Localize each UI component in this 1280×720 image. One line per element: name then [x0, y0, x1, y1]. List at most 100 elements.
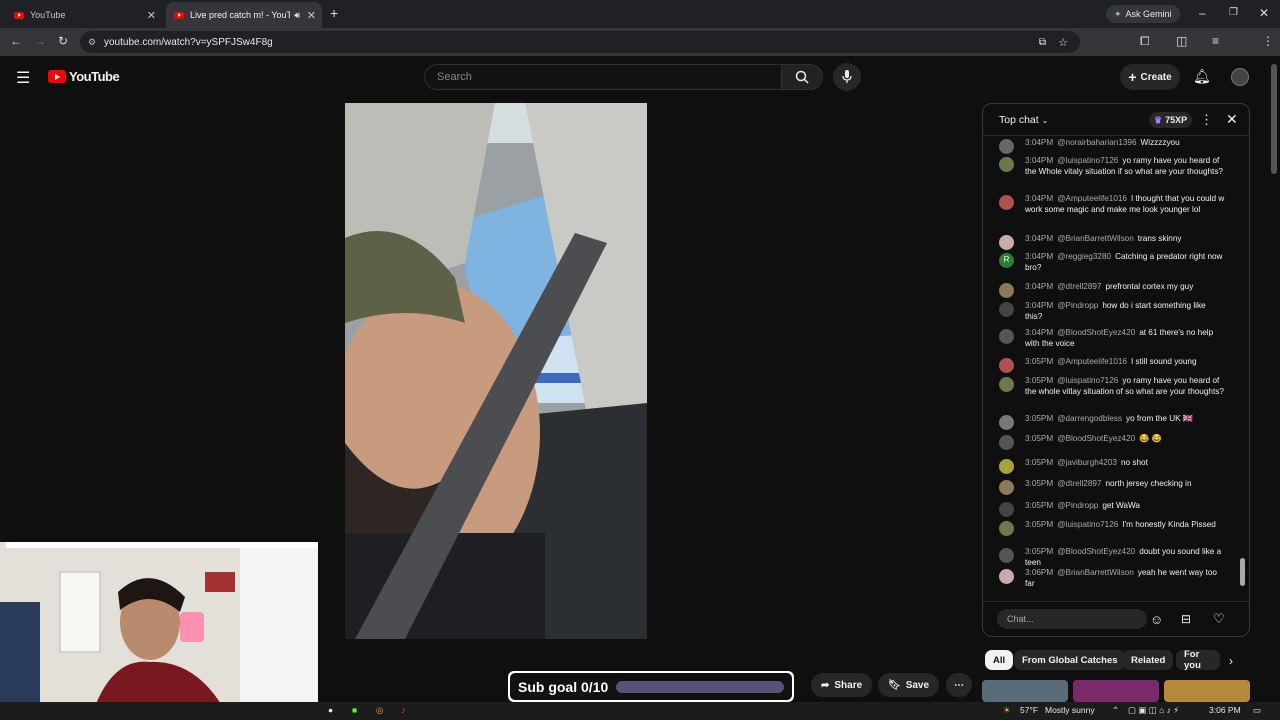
avatar[interactable]	[999, 283, 1014, 298]
emoji-icon[interactable]: ☺	[1150, 612, 1163, 627]
extensions-icon[interactable]: ⧠	[1140, 34, 1150, 49]
avatar[interactable]	[999, 235, 1014, 250]
avatar[interactable]	[999, 569, 1014, 584]
browser-tab-youtube[interactable]: YouTube ✕	[6, 2, 162, 28]
side-panel-icon[interactable]: ◫	[1176, 34, 1187, 48]
xp-badge[interactable]: ♛ 75XP	[1149, 112, 1193, 128]
browser-tab-live[interactable]: Live pred catch m! - YouTub 🔊︎ ✕	[166, 2, 322, 28]
avatar[interactable]	[999, 377, 1014, 392]
chat-more-icon[interactable]: ⋮	[1200, 112, 1213, 128]
chip-all[interactable]: All	[985, 650, 1014, 670]
chat-scrollbar[interactable]	[1240, 558, 1245, 586]
notifications-bell-icon[interactable]: 🔔︎	[1193, 68, 1211, 85]
chip-from-global-catches[interactable]: From Global Catches	[1014, 650, 1126, 670]
chevron-right-icon[interactable]: ›	[1229, 654, 1233, 668]
voice-search-button[interactable]	[833, 63, 861, 91]
more-menu-icon[interactable]: ⋮	[1262, 34, 1274, 48]
save-button[interactable]: 🔖︎ Save	[878, 673, 940, 697]
message-author[interactable]: @BloodShotEyez420	[1057, 328, 1135, 337]
tray-icons[interactable]: ▢ ▣ ◫ ⌂ ♪ ⚡︎	[1128, 705, 1179, 716]
avatar[interactable]	[999, 302, 1014, 317]
search-button[interactable]	[781, 64, 823, 90]
notification-icon[interactable]: ▭	[1253, 705, 1261, 716]
youtube-logo[interactable]: YouTube	[48, 69, 120, 84]
message-time: 3:05PM	[1025, 434, 1054, 443]
message-author[interactable]: @javiburgh4203	[1057, 458, 1117, 467]
minimize-icon[interactable]: –	[1199, 6, 1206, 20]
message-author[interactable]: @Pindropp	[1057, 501, 1098, 510]
avatar[interactable]	[999, 521, 1014, 536]
message-author[interactable]: @luispatino7126	[1057, 520, 1118, 529]
avatar[interactable]: R	[999, 253, 1014, 268]
weather-icon[interactable]: ☀	[1003, 705, 1011, 716]
weather-temp[interactable]: 57°F	[1020, 705, 1038, 715]
url-bar[interactable]: ⚙︎ youtube.com/watch?v=ySPFJSw4F8g ⧉ ☆	[80, 31, 1080, 53]
message-author[interactable]: @luispatino7126	[1057, 376, 1118, 385]
page-scrollbar[interactable]	[1271, 64, 1277, 174]
avatar[interactable]	[999, 139, 1014, 154]
related-thumbnail[interactable]	[982, 680, 1068, 702]
message-author[interactable]: @Amputeelife1016	[1057, 194, 1127, 203]
create-button[interactable]: + Create	[1120, 64, 1180, 90]
message-author[interactable]: @norairbaharian1396	[1057, 138, 1136, 147]
related-thumbnail[interactable]	[1164, 680, 1250, 702]
reload-icon[interactable]: ↻	[58, 34, 68, 48]
avatar[interactable]	[999, 480, 1014, 495]
media-controls-icon[interactable]: ≡	[1212, 34, 1219, 48]
avatar[interactable]	[999, 502, 1014, 517]
avatar[interactable]	[999, 195, 1014, 210]
tray-chevron-icon[interactable]: ⌃	[1112, 705, 1119, 716]
back-icon[interactable]: ←	[10, 34, 22, 48]
new-tab-icon[interactable]: +	[330, 5, 338, 21]
account-avatar[interactable]	[1231, 68, 1249, 86]
share-button[interactable]: ➦ Share	[811, 673, 873, 697]
app-icon[interactable]: ◎	[376, 705, 383, 716]
avatar[interactable]	[999, 329, 1014, 344]
close-tab-icon[interactable]: ✕	[307, 9, 316, 22]
chat-input[interactable]: Chat...	[997, 609, 1147, 629]
xp-label: 75XP	[1165, 115, 1188, 125]
obs-app-icon[interactable]: ●	[328, 705, 333, 715]
message-author[interactable]: @Amputeelife1016	[1057, 357, 1127, 366]
video-player[interactable]	[345, 103, 647, 639]
site-info-icon[interactable]: ⚙︎	[88, 37, 96, 48]
weather-condition[interactable]: Mostly sunny	[1045, 705, 1095, 715]
speaker-icon[interactable]: 🔊︎	[294, 10, 300, 21]
hamburger-menu-icon[interactable]: ☰	[16, 68, 30, 88]
chip-for-you[interactable]: For you	[1176, 650, 1220, 670]
restore-icon[interactable]: ❐	[1229, 7, 1238, 18]
close-chat-icon[interactable]: ✕	[1226, 111, 1238, 128]
avatar[interactable]	[999, 459, 1014, 474]
message-author[interactable]: @BrianBarrettWilson	[1057, 234, 1134, 243]
chip-related[interactable]: Related	[1123, 650, 1174, 670]
window-close-icon[interactable]: ✕	[1259, 6, 1269, 20]
message-author[interactable]: @BrianBarrettWilson	[1057, 568, 1134, 577]
message-author[interactable]: @Pindropp	[1057, 301, 1098, 310]
bookmark-star-icon[interactable]: ☆	[1058, 36, 1068, 49]
ask-gemini-button[interactable]: ✦ Ask Gemini	[1106, 5, 1180, 23]
top-chat-dropdown[interactable]: Top chat ⌄	[999, 114, 1048, 126]
message-author[interactable]: @BloodShotEyez420	[1057, 547, 1135, 556]
avatar[interactable]	[999, 415, 1014, 430]
forward-icon[interactable]: →	[34, 34, 46, 48]
message-author[interactable]: @BloodShotEyez420	[1057, 434, 1135, 443]
tiktok-app-icon[interactable]: ♪	[401, 705, 405, 715]
message-author[interactable]: @dtrell2897	[1057, 479, 1101, 488]
more-actions-button[interactable]: ⋯	[946, 673, 972, 697]
heart-icon[interactable]: ♡	[1213, 611, 1225, 627]
super-chat-icon[interactable]: ⊟	[1181, 612, 1191, 626]
avatar[interactable]	[999, 435, 1014, 450]
message-author[interactable]: @reggieg3280	[1057, 252, 1111, 261]
avatar[interactable]	[999, 358, 1014, 373]
install-app-icon[interactable]: ⧉	[1039, 37, 1046, 48]
search-input[interactable]: Search	[424, 64, 782, 90]
message-author[interactable]: @dtrell2897	[1057, 282, 1101, 291]
close-tab-icon[interactable]: ✕	[147, 9, 156, 22]
message-author[interactable]: @darrengodbless	[1057, 414, 1122, 423]
avatar[interactable]	[999, 548, 1014, 563]
kick-app-icon[interactable]: ■	[352, 705, 357, 715]
related-thumbnail[interactable]	[1073, 680, 1159, 702]
avatar[interactable]	[999, 157, 1014, 172]
clock[interactable]: 3:06 PM	[1209, 705, 1241, 715]
message-author[interactable]: @luispatino7126	[1057, 156, 1118, 165]
